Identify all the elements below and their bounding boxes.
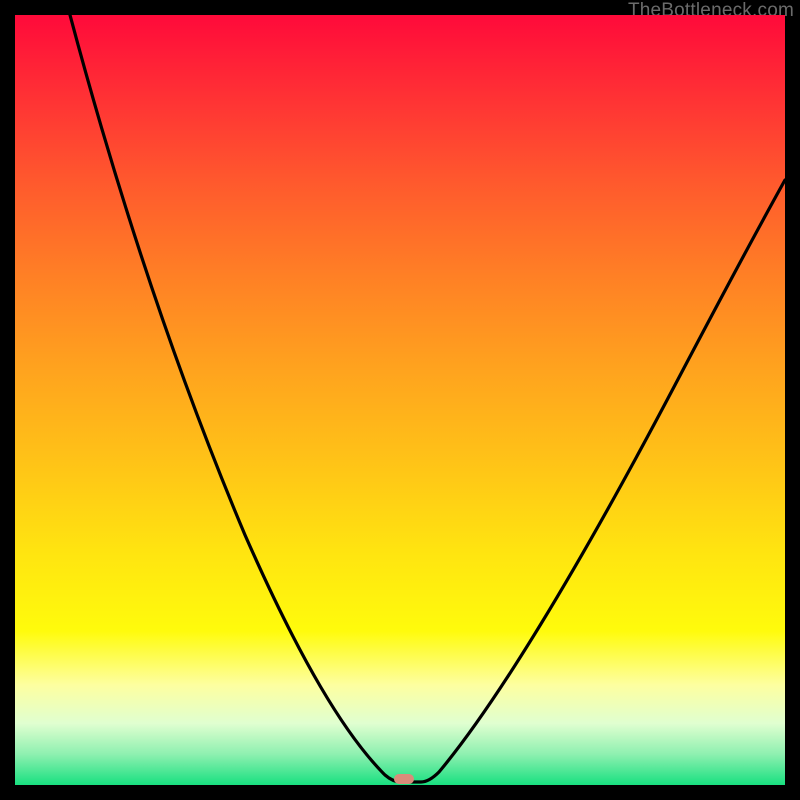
curve-path (70, 15, 785, 782)
optimum-marker (394, 774, 414, 784)
bottleneck-curve (15, 15, 785, 785)
chart-frame: TheBottleneck.com (0, 0, 800, 800)
gradient-plot-area (15, 15, 785, 785)
